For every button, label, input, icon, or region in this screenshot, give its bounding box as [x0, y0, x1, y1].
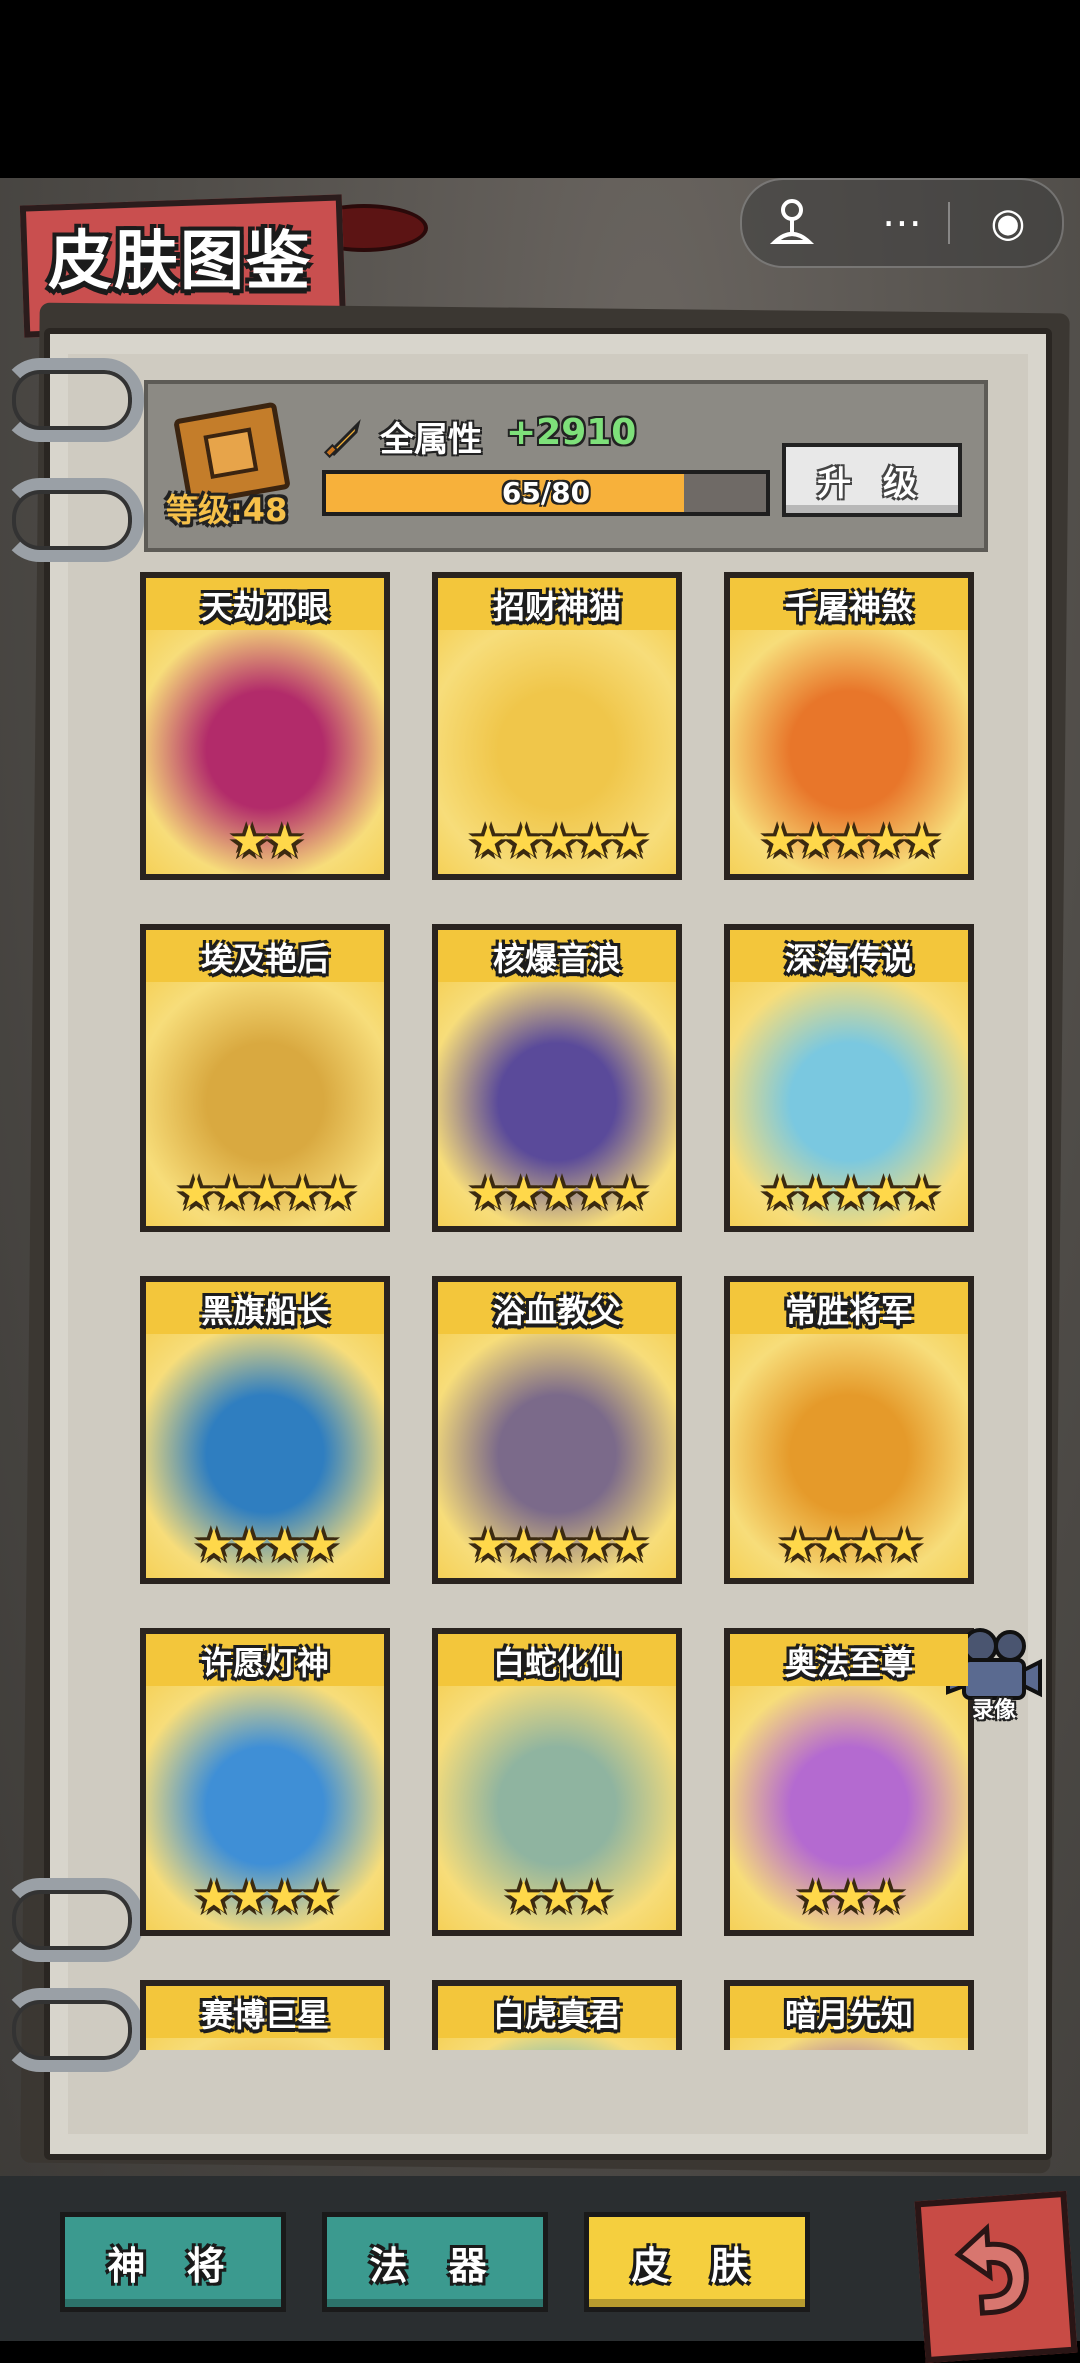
skin-grid: 天劫邪眼 ★★ 招财神猫 ★★★★★ 千屠神煞 ★★★★★ 埃及艳后 ★★★★★ 核爆音浪 ★★★… — [126, 550, 996, 2050]
skin-name: 埃及艳后 — [200, 940, 329, 978]
skin-card[interactable]: 白蛇化仙 ★★★ — [432, 1628, 682, 1936]
back-button[interactable] — [914, 2190, 1078, 2363]
star-rating: ★★★★★ — [468, 1168, 649, 1219]
skin-card[interactable]: 赛博巨星 — [140, 1980, 390, 2050]
skin-name: 白蛇化仙 — [492, 1644, 621, 1682]
page-title: 皮肤图鉴 — [48, 225, 312, 299]
skin-card[interactable]: 招财神猫 ★★★★★ — [432, 572, 682, 880]
skin-name: 许愿灯神 — [200, 1644, 329, 1682]
star-rating: ★★★★★ — [468, 816, 649, 867]
back-arrow-icon — [954, 2223, 1029, 2316]
video-label: 录像 — [971, 1698, 1016, 1723]
skin-card[interactable]: 黑旗船长 ★★★★ — [140, 1276, 390, 1584]
status-bar-area — [0, 0, 1080, 178]
skin-name: 奥法至尊 — [784, 1644, 913, 1682]
skin-card[interactable]: 许愿灯神 ★★★★ — [140, 1628, 390, 1936]
skin-card[interactable]: 深海传说 ★★★★★ — [724, 924, 974, 1232]
close-icon[interactable]: ◉ — [958, 180, 1058, 266]
star-rating: ★★★★ — [194, 1520, 340, 1571]
tab-skins[interactable]: 皮 肤 — [584, 2212, 810, 2312]
mini-program-capsule: ⋯ ◉ — [740, 178, 1064, 268]
skin-card[interactable]: 浴血教父 ★★★★★ — [432, 1276, 682, 1584]
star-rating: ★★★★★ — [760, 816, 941, 867]
binder-ring — [0, 1878, 144, 1962]
skin-card[interactable]: 奥法至尊 ★★★ — [724, 1628, 974, 1936]
binder-ring — [0, 478, 144, 562]
upgrade-button[interactable]: 升 级 — [782, 443, 962, 517]
game-controller-icon[interactable] — [742, 180, 842, 266]
star-rating: ★★★★★ — [468, 1520, 649, 1571]
skin-name: 天劫邪眼 — [200, 588, 329, 626]
skin-name: 浴血教父 — [492, 1292, 621, 1330]
capsule-divider — [948, 202, 950, 244]
skin-card[interactable]: 常胜将军 ★★★★ — [724, 1276, 974, 1584]
star-rating: ★★★★★ — [760, 1168, 941, 1219]
skin-name: 常胜将军 — [784, 1292, 913, 1330]
skin-card[interactable]: 白虎真君 — [432, 1980, 682, 2050]
skin-card[interactable]: 埃及艳后 ★★★★★ — [140, 924, 390, 1232]
progress-text: 65/80 — [501, 476, 591, 509]
skin-name: 招财神猫 — [492, 588, 621, 626]
sword-icon — [323, 419, 361, 459]
skin-card[interactable]: 暗月先知 — [724, 1980, 974, 2050]
skin-name: 核爆音浪 — [492, 940, 621, 978]
level-label: 等级:48 — [166, 491, 288, 529]
star-rating: ★★★ — [503, 1872, 614, 1923]
skin-card[interactable]: 天劫邪眼 ★★ — [140, 572, 390, 880]
skin-name: 白虎真君 — [492, 1996, 621, 2034]
skin-name: 深海传说 — [784, 940, 913, 978]
attribute-label: 全属性 — [380, 420, 482, 460]
skin-name: 千屠神煞 — [784, 588, 913, 626]
binder-ring — [0, 1988, 144, 2072]
level-progress-bar: 65/80 — [322, 470, 770, 516]
attribute-value: +2910 — [506, 412, 637, 453]
star-rating: ★★ — [229, 816, 305, 867]
skin-name: 赛博巨星 — [200, 1996, 329, 2034]
star-rating: ★★★★★ — [176, 1168, 357, 1219]
star-rating: ★★★ — [795, 1872, 906, 1923]
skin-name: 暗月先知 — [784, 1996, 913, 2034]
skin-name: 黑旗船长 — [200, 1292, 329, 1330]
binder-ring — [0, 358, 144, 442]
tab-artifacts[interactable]: 法 器 — [322, 2212, 548, 2312]
tab-generals[interactable]: 神 将 — [60, 2212, 286, 2312]
star-rating: ★★★★ — [778, 1520, 924, 1571]
skin-card[interactable]: 核爆音浪 ★★★★★ — [432, 924, 682, 1232]
star-rating: ★★★★ — [194, 1872, 340, 1923]
more-icon[interactable]: ⋯ — [852, 180, 952, 266]
skin-card[interactable]: 千屠神煞 ★★★★★ — [724, 572, 974, 880]
